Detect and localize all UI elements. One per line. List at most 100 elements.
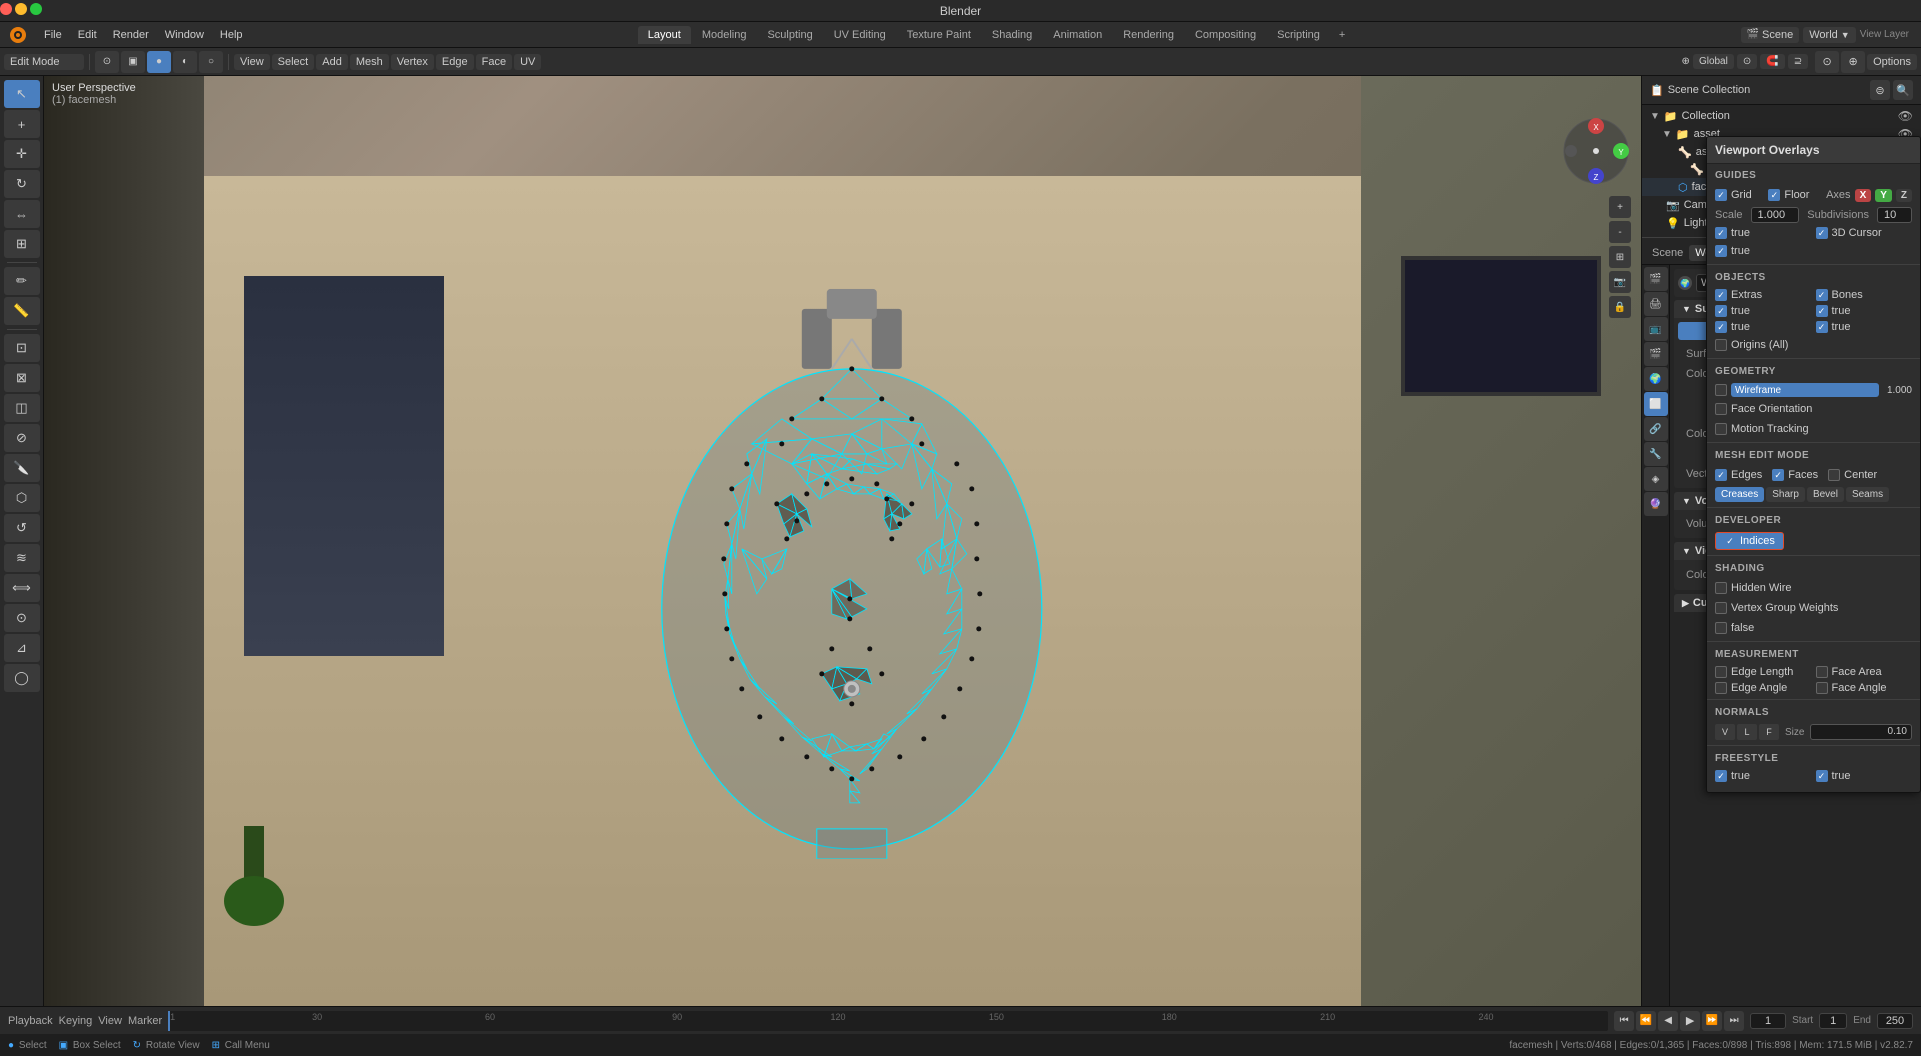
workspace-tab-layout[interactable]: Layout xyxy=(638,26,691,44)
indices-button[interactable]: Indices xyxy=(1715,532,1784,550)
prop-header-scene[interactable]: Scene xyxy=(1646,245,1689,261)
workspace-tab-animation[interactable]: Animation xyxy=(1043,26,1112,44)
tool-loop-cut[interactable]: ⊘ xyxy=(4,424,40,452)
tool-knife[interactable]: 🔪 xyxy=(4,454,40,482)
viewport-lookdev-btn[interactable]: ◐ xyxy=(173,51,197,73)
prop-tab-constraint[interactable]: 🔗 xyxy=(1644,417,1668,441)
mesh-menu[interactable]: Mesh xyxy=(350,54,389,70)
face-marks-checkbox[interactable]: true xyxy=(1816,770,1913,782)
tool-bevel[interactable]: ◫ xyxy=(4,394,40,422)
tool-smooth[interactable]: ≋ xyxy=(4,544,40,572)
skip-start-btn[interactable]: ⏮ xyxy=(1614,1011,1634,1031)
keying-menu[interactable]: Keying xyxy=(59,1015,93,1027)
marker-menu[interactable]: Marker xyxy=(128,1015,162,1027)
prop-tab-world[interactable]: 🌍 xyxy=(1644,367,1668,391)
workspace-tab-modeling[interactable]: Modeling xyxy=(692,26,757,44)
scene-selector[interactable]: 🎬 Scene xyxy=(1741,27,1800,43)
collection-visible-icon[interactable]: 👁 xyxy=(1898,109,1913,123)
gizmo-toggle[interactable]: ⊕ xyxy=(1841,51,1865,73)
face-orientation-checkbox[interactable]: Face Orientation xyxy=(1715,403,1812,415)
menu-window[interactable]: Window xyxy=(157,27,212,43)
bevel-tab[interactable]: Bevel xyxy=(1807,487,1844,502)
workspace-tab-compositing[interactable]: Compositing xyxy=(1185,26,1266,44)
prop-tab-output[interactable]: 🖨 xyxy=(1644,292,1668,316)
tool-rotate[interactable]: ↻ xyxy=(4,170,40,198)
seams-tab[interactable]: Seams xyxy=(1846,487,1889,502)
tool-poly-build[interactable]: ⬡ xyxy=(4,484,40,512)
start-frame-field[interactable]: 1 xyxy=(1819,1013,1847,1029)
viewport-solid-btn[interactable]: ● xyxy=(147,51,171,73)
bones-checkbox[interactable]: Bones xyxy=(1816,289,1913,301)
lock-view-btn[interactable]: 🔒 xyxy=(1609,296,1631,318)
text-info-checkbox[interactable]: true xyxy=(1715,227,1812,239)
tool-measure[interactable]: 📏 xyxy=(4,297,40,325)
options-menu[interactable]: Options xyxy=(1867,54,1917,70)
play-btn[interactable]: ▶ xyxy=(1680,1011,1700,1031)
mode-selector[interactable]: Edit Mode xyxy=(4,54,84,70)
viewport-3d[interactable]: User Perspective (1) facemesh xyxy=(44,76,1641,1006)
tool-annotate[interactable]: ✏ xyxy=(4,267,40,295)
overlay-toggle[interactable]: ⊙ xyxy=(1815,51,1839,73)
view-menu[interactable]: View xyxy=(234,54,270,70)
face-angle-checkbox[interactable]: Face Angle xyxy=(1816,682,1913,694)
minimize-button[interactable] xyxy=(15,3,27,15)
axis-y-btn[interactable]: Y xyxy=(1875,189,1892,202)
mesh-analysis-checkbox[interactable]: false xyxy=(1715,622,1754,634)
uv-menu[interactable]: UV xyxy=(514,54,541,70)
viewport-xray-btn[interactable]: ⊙ xyxy=(95,51,119,73)
tree-scene-collection[interactable]: ▼ 📁 Collection 👁 xyxy=(1642,107,1921,125)
tool-select[interactable]: ↖ xyxy=(4,80,40,108)
edge-marks-checkbox[interactable]: true xyxy=(1715,770,1812,782)
zoom-out-btn[interactable]: - xyxy=(1609,221,1631,243)
tool-to-sphere[interactable]: ◯ xyxy=(4,664,40,692)
camera-view-btn[interactable]: 📷 xyxy=(1609,271,1631,293)
prop-tab-object[interactable]: ⬜ xyxy=(1644,392,1668,416)
menu-help[interactable]: Help xyxy=(212,27,251,43)
select-menu[interactable]: Select xyxy=(272,54,315,70)
faces-checkbox[interactable]: Faces xyxy=(1772,469,1818,481)
add-workspace-button[interactable]: + xyxy=(1331,26,1353,44)
workspace-tab-sculpting[interactable]: Sculpting xyxy=(757,26,822,44)
edges-checkbox[interactable]: Edges xyxy=(1715,469,1762,481)
workspace-tab-uv[interactable]: UV Editing xyxy=(824,26,896,44)
timeline-track[interactable]: 1 30 60 90 120 150 180 210 240 xyxy=(168,1011,1608,1031)
axis-z-btn[interactable]: Z xyxy=(1896,189,1912,202)
current-frame-field[interactable]: 1 xyxy=(1750,1013,1786,1029)
normals-loop-btn[interactable]: L xyxy=(1737,724,1757,740)
menu-file[interactable]: File xyxy=(36,27,70,43)
center-checkbox[interactable]: Center xyxy=(1828,469,1877,481)
workspace-tab-rendering[interactable]: Rendering xyxy=(1113,26,1184,44)
extras-checkbox[interactable]: Extras xyxy=(1715,289,1812,301)
motion-tracking-checkbox[interactable]: Motion Tracking xyxy=(1715,423,1809,435)
playback-menu[interactable]: Playback xyxy=(8,1015,53,1027)
annotations-checkbox[interactable]: true xyxy=(1715,245,1750,257)
snap-menu[interactable]: 🧲 xyxy=(1760,54,1784,69)
end-frame-field[interactable]: 250 xyxy=(1877,1013,1913,1029)
axis-x-btn[interactable]: X xyxy=(1855,189,1872,202)
menu-edit[interactable]: Edit xyxy=(70,27,105,43)
prev-frame-btn[interactable]: ⏪ xyxy=(1636,1011,1656,1031)
prop-tab-render[interactable]: 🎬 xyxy=(1644,267,1668,291)
search-collection-btn[interactable]: 🔍 xyxy=(1893,80,1913,100)
scale-field[interactable]: 1.000 xyxy=(1751,207,1800,223)
viewport-gizmo[interactable]: X Y Z xyxy=(1561,116,1631,186)
prop-tab-scene[interactable]: 🎬 xyxy=(1644,342,1668,366)
creases-tab[interactable]: Creases xyxy=(1715,487,1764,502)
origins-checkbox[interactable]: true xyxy=(1816,321,1913,333)
zoom-extents-btn[interactable]: ⊞ xyxy=(1609,246,1631,268)
skip-end-btn[interactable]: ⏭ xyxy=(1724,1011,1744,1031)
edge-length-checkbox[interactable]: Edge Length xyxy=(1715,666,1812,678)
subdivisions-field[interactable]: 10 xyxy=(1877,207,1912,223)
next-frame-btn[interactable]: ⏩ xyxy=(1702,1011,1722,1031)
sharp-tab[interactable]: Sharp xyxy=(1766,487,1805,502)
vertex-group-checkbox[interactable]: Vertex Group Weights xyxy=(1715,602,1838,614)
motion-paths-checkbox[interactable]: true xyxy=(1816,305,1913,317)
tool-move[interactable]: ✛ xyxy=(4,140,40,168)
zoom-in-btn[interactable]: + xyxy=(1609,196,1631,218)
normals-vertex-btn[interactable]: V xyxy=(1715,724,1735,740)
tool-inset[interactable]: ⊠ xyxy=(4,364,40,392)
edge-angle-checkbox[interactable]: Edge Angle xyxy=(1715,682,1812,694)
prop-tab-material[interactable]: 🔮 xyxy=(1644,492,1668,516)
view-menu-tl[interactable]: View xyxy=(98,1015,122,1027)
tool-cursor[interactable]: + xyxy=(4,110,40,138)
